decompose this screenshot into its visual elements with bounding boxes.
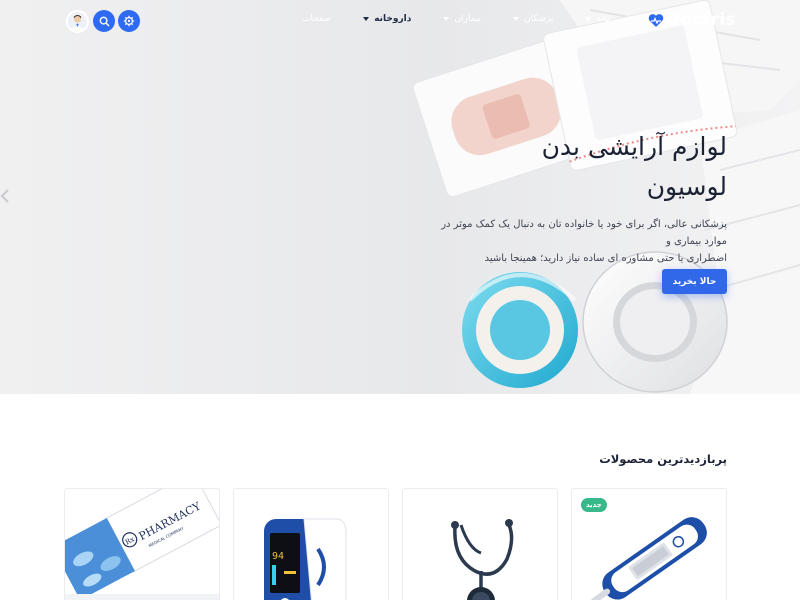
- gear-icon: [123, 15, 135, 27]
- nav-item-label: داروخانه: [374, 14, 412, 24]
- nav-item-pharmacy[interactable]: داروخانه: [363, 14, 411, 24]
- logo[interactable]: Doctris: [648, 9, 736, 31]
- search-button[interactable]: [93, 10, 115, 32]
- nav-item-home[interactable]: خانه: [585, 14, 612, 24]
- nav-item-patients[interactable]: بیماران: [443, 14, 481, 24]
- hero-title-line: لوسیون: [646, 172, 727, 201]
- section-title: پربازدیدترین محصولات: [599, 452, 727, 466]
- product-card[interactable]: جدید: [571, 488, 727, 600]
- nav-item-pages[interactable]: صفحات: [302, 14, 331, 24]
- avatar[interactable]: [66, 10, 89, 33]
- product-card[interactable]: 94: [233, 488, 389, 600]
- doctor-avatar-icon: [68, 12, 87, 31]
- product-card[interactable]: [402, 488, 558, 600]
- logo-text: Doctris: [666, 10, 736, 30]
- hero-description-line: اضطراری یا حتی مشاوره ای ساده نیاز دارید…: [484, 253, 727, 264]
- heart-pulse-icon: [648, 13, 664, 27]
- product-card[interactable]: PHARMACY MEDICAL COMPANY Rx: [64, 488, 220, 600]
- main-nav: خانه پزشکان بیماران داروخانه صفحات: [270, 14, 612, 24]
- hero-title-line: لوازم آرایشی بدن: [541, 132, 727, 161]
- new-badge: جدید: [581, 498, 607, 512]
- nav-item-label: پزشکان: [524, 14, 554, 24]
- chevron-down-icon: [363, 17, 370, 21]
- top-navbar: Doctris خانه پزشکان بیماران داروخانه صفح…: [0, 0, 800, 42]
- pharmacy-box-image: PHARMACY MEDICAL COMPANY Rx: [65, 489, 219, 600]
- nav-item-label: خانه: [596, 14, 612, 24]
- chevron-down-icon: [585, 17, 592, 21]
- nav-item-label: بیماران: [454, 14, 482, 24]
- settings-button[interactable]: [118, 10, 140, 32]
- oximeter-reading: 94: [272, 551, 284, 562]
- nav-item-doctors[interactable]: پزشکان: [513, 14, 553, 24]
- page: Doctris خانه پزشکان بیماران داروخانه صفح…: [0, 0, 800, 600]
- stethoscope-image: [451, 519, 514, 600]
- search-icon: [99, 16, 110, 27]
- hero-description: پزشکانی عالی، اگر برای خود یا خانواده تا…: [427, 216, 727, 267]
- hero-title: لوازم آرایشی بدن لوسیون: [387, 127, 727, 207]
- pulse-oximeter-image: 94: [264, 518, 347, 600]
- chevron-down-icon: [513, 17, 520, 21]
- chevron-down-icon: [443, 17, 450, 21]
- buy-now-button[interactable]: حالا بخرید: [662, 269, 727, 294]
- hero-description-line: پزشکانی عالی، اگر برای خود یا خانواده تا…: [441, 219, 727, 247]
- nav-item-label: صفحات: [301, 14, 332, 24]
